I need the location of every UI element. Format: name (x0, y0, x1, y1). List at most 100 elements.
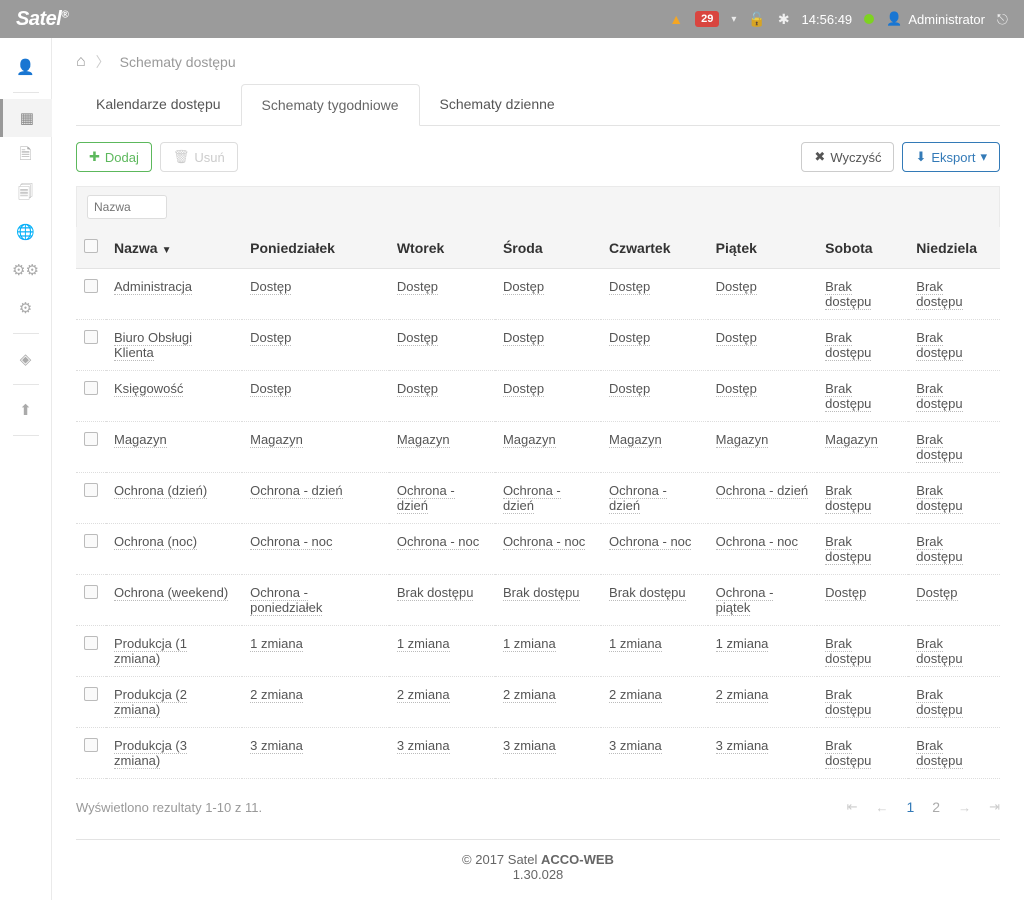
row-checkbox[interactable] (84, 738, 98, 752)
tab-calendars[interactable]: Kalendarze dostępu (76, 84, 241, 125)
cell-wed: Ochrona - noc (495, 524, 601, 575)
sidebar-item-user[interactable]: 👤 (0, 48, 52, 86)
cell-wed: Magazyn (495, 422, 601, 473)
row-checkbox[interactable] (84, 687, 98, 701)
sort-indicator-icon: ▼ (162, 245, 172, 256)
row-checkbox[interactable] (84, 432, 98, 446)
page-prev-icon[interactable]: ← (876, 800, 889, 815)
col-tue[interactable]: Wtorek (389, 227, 495, 269)
cell-name: Ochrona (noc) (106, 524, 242, 575)
row-checkbox[interactable] (84, 381, 98, 395)
sidebar-item-upload[interactable]: ⬆ (0, 391, 52, 429)
close-icon: ✖ (814, 149, 825, 165)
cell-sat: Brak dostępu (817, 269, 908, 320)
col-name[interactable]: Nazwa▼ (106, 227, 242, 269)
col-mon[interactable]: Poniedziałek (242, 227, 389, 269)
cell-sun: Brak dostępu (908, 269, 1000, 320)
table-row[interactable]: AdministracjaDostępDostępDostępDostępDos… (76, 269, 1000, 320)
unlock-icon[interactable]: 🔓 (748, 11, 765, 28)
logout-icon[interactable]: ⎋ (997, 11, 1008, 28)
cell-sat: Brak dostępu (817, 320, 908, 371)
cell-tue: Ochrona - dzień (389, 473, 495, 524)
cell-tue: Ochrona - noc (389, 524, 495, 575)
sidebar-item-globe[interactable]: 🌐 (0, 213, 52, 251)
user-menu[interactable]: 👤 Administrator (886, 11, 985, 27)
cell-tue: Dostęp (389, 320, 495, 371)
asterisk-icon[interactable]: ✱ (778, 11, 790, 28)
badge-dropdown-icon[interactable]: ▾ (731, 14, 736, 25)
cell-sat: Brak dostępu (817, 371, 908, 422)
tab-weekly[interactable]: Schematy tygodniowe (241, 84, 420, 126)
sidebar-item-gear[interactable]: ⚙ (0, 289, 52, 327)
row-checkbox[interactable] (84, 330, 98, 344)
col-sun[interactable]: Niedziela (908, 227, 1000, 269)
cell-tue: Dostęp (389, 269, 495, 320)
table-row[interactable]: MagazynMagazynMagazynMagazynMagazynMagaz… (76, 422, 1000, 473)
cell-sat: Brak dostępu (817, 524, 908, 575)
cell-name: Księgowość (106, 371, 242, 422)
sidebar-item-document[interactable]: 🗎 (0, 137, 52, 175)
col-sat[interactable]: Sobota (817, 227, 908, 269)
pagination: ⇤ ← 1 2 → ⇥ (847, 799, 1000, 815)
cell-sat: Brak dostępu (817, 626, 908, 677)
sidebar-item-calendar[interactable]: ▦ (0, 99, 52, 137)
page-2[interactable]: 2 (932, 799, 940, 815)
cell-thu: Magazyn (601, 422, 708, 473)
cell-fri: Ochrona - dzień (708, 473, 817, 524)
sidebar: 👤 ▦ 🗎 🗐 🌐 ⚙⚙ ⚙ ◈ ⬆ (0, 38, 52, 900)
row-checkbox[interactable] (84, 534, 98, 548)
sidebar-item-cogs[interactable]: ⚙⚙ (0, 251, 52, 289)
table-row[interactable]: Produkcja (2 zmiana)2 zmiana2 zmiana2 zm… (76, 677, 1000, 728)
cell-tue: 2 zmiana (389, 677, 495, 728)
cell-name: Ochrona (dzień) (106, 473, 242, 524)
table-row[interactable]: Produkcja (3 zmiana)3 zmiana3 zmiana3 zm… (76, 728, 1000, 779)
page-first-icon[interactable]: ⇤ (847, 799, 858, 815)
table-row[interactable]: Produkcja (1 zmiana)1 zmiana1 zmiana1 zm… (76, 626, 1000, 677)
add-button[interactable]: ✚ Dodaj (76, 142, 152, 172)
cell-tue: Magazyn (389, 422, 495, 473)
cell-sun: Brak dostępu (908, 677, 1000, 728)
row-checkbox[interactable] (84, 483, 98, 497)
table-row[interactable]: Biuro Obsługi KlientaDostępDostępDostępD… (76, 320, 1000, 371)
cell-mon: 1 zmiana (242, 626, 389, 677)
cell-wed: Brak dostępu (495, 575, 601, 626)
export-button[interactable]: ⬇ Eksport ▾ (902, 142, 1000, 172)
row-checkbox[interactable] (84, 585, 98, 599)
table-row[interactable]: Ochrona (noc)Ochrona - nocOchrona - nocO… (76, 524, 1000, 575)
sidebar-item-copy[interactable]: 🗐 (0, 175, 52, 213)
home-icon[interactable]: ⌂ (76, 53, 86, 71)
cell-mon: Magazyn (242, 422, 389, 473)
sidebar-item-cubes[interactable]: ◈ (0, 340, 52, 378)
cell-mon: Dostęp (242, 320, 389, 371)
user-icon: 👤 (886, 11, 902, 27)
col-wed[interactable]: Środa (495, 227, 601, 269)
plus-icon: ✚ (89, 149, 100, 165)
cell-name: Produkcja (2 zmiana) (106, 677, 242, 728)
cell-wed: 1 zmiana (495, 626, 601, 677)
select-all-checkbox[interactable] (84, 239, 98, 253)
results-text: Wyświetlono rezultaty 1-10 z 11. (76, 800, 262, 815)
table-row[interactable]: Ochrona (weekend)Ochrona - poniedziałekB… (76, 575, 1000, 626)
logo: Satel® (16, 8, 68, 31)
page-last-icon[interactable]: ⇥ (989, 799, 1000, 815)
table-footer: Wyświetlono rezultaty 1-10 z 11. ⇤ ← 1 2… (76, 779, 1000, 825)
page-next-icon[interactable]: → (958, 800, 971, 815)
tab-daily[interactable]: Schematy dzienne (420, 84, 575, 125)
notification-badge[interactable]: 29 (695, 11, 719, 27)
trash-icon: 🗑 (173, 149, 190, 165)
page-1[interactable]: 1 (907, 799, 915, 815)
cell-name: Ochrona (weekend) (106, 575, 242, 626)
caret-down-icon: ▾ (980, 149, 987, 165)
row-checkbox[interactable] (84, 636, 98, 650)
clear-button[interactable]: ✖ Wyczyść (801, 142, 894, 172)
col-thu[interactable]: Czwartek (601, 227, 708, 269)
weekly-table: Nazwa▼ Poniedziałek Wtorek Środa Czwarte… (76, 227, 1000, 779)
name-filter-input[interactable] (87, 195, 167, 219)
cell-mon: 2 zmiana (242, 677, 389, 728)
col-fri[interactable]: Piątek (708, 227, 817, 269)
warning-icon[interactable]: ▲ (669, 11, 683, 27)
row-checkbox[interactable] (84, 279, 98, 293)
table-row[interactable]: Ochrona (dzień) Ochrona - dzień Ochrona - … (76, 473, 1000, 524)
breadcrumb: ⌂ 〉 Schematy dostępu (76, 52, 1000, 72)
table-row[interactable]: KsięgowośćDostępDostępDostępDostępDostęp… (76, 371, 1000, 422)
